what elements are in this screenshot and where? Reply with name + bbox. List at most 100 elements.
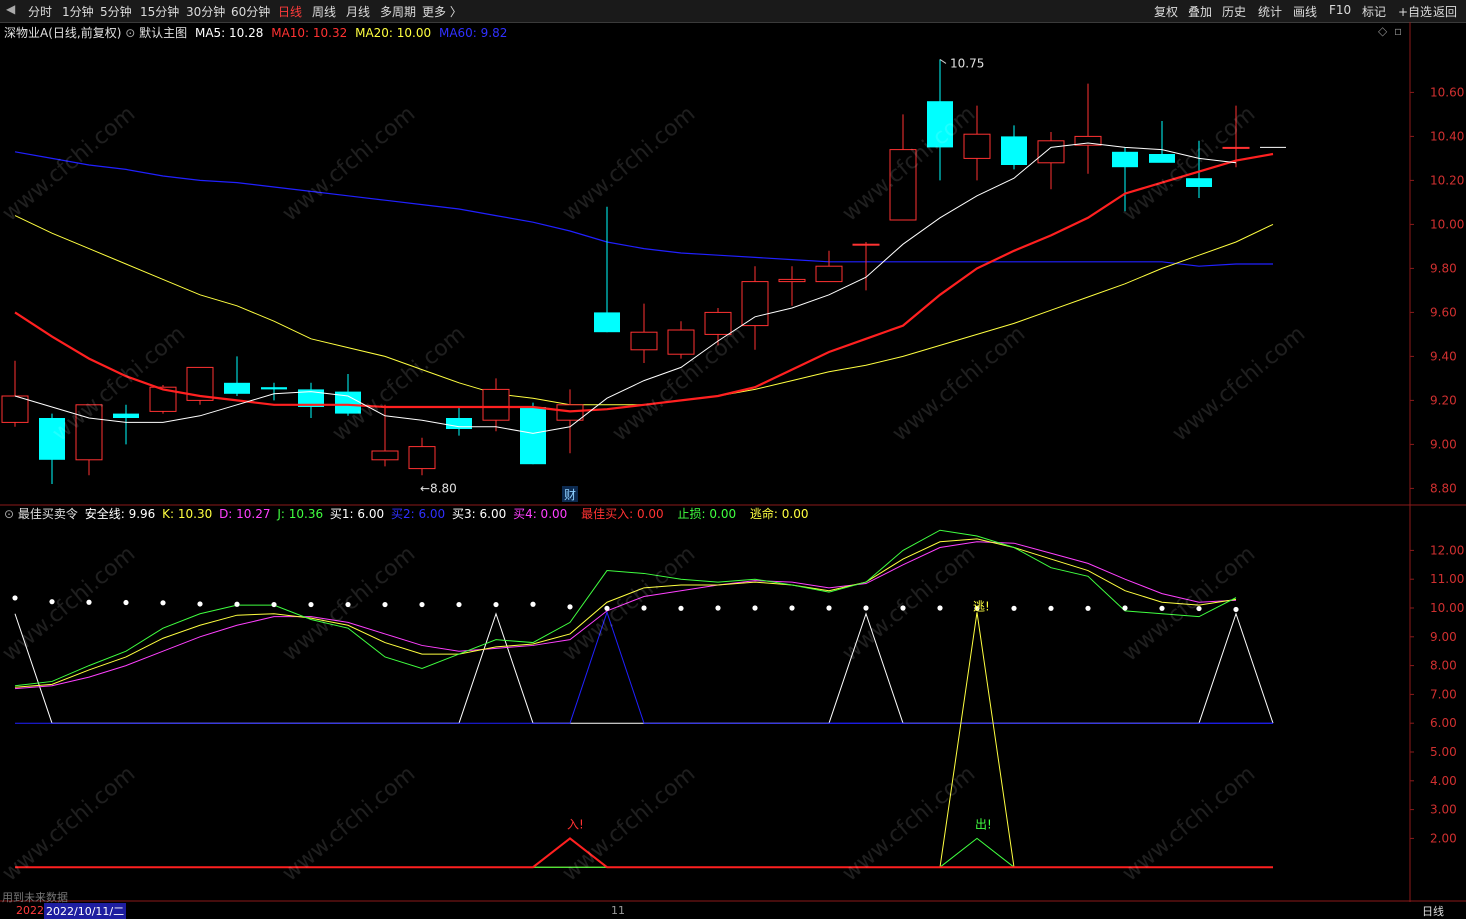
sub-tick-label: 7.00 [1430,687,1457,701]
candle-body [927,101,953,148]
candle-body [482,388,510,421]
candle-body [446,418,472,429]
safe-line-dot [863,605,869,611]
safe-line-dot [308,601,314,608]
tool-button-4[interactable]: 画线 [1293,3,1317,20]
safe-line-dot [1048,605,1054,611]
tool-button-3[interactable]: 统计 [1258,3,1282,20]
candle-body [963,133,991,159]
low-price-label: ←8.80 [420,481,457,495]
tool-button-7[interactable]: +自选 [1398,3,1432,20]
safe-line-dot [530,601,536,607]
price-tick-label: 9.00 [1430,437,1457,451]
candle-body [224,382,250,394]
price-tick-label: 9.80 [1430,261,1457,275]
candle-body [520,407,546,465]
high-price-label: 10.75 [950,56,984,70]
safe-line-dot [345,601,351,608]
period-tab-3[interactable]: 15分钟 [140,3,179,20]
period-tab-4[interactable]: 30分钟 [186,3,225,20]
safe-line-dot [419,601,425,608]
escape-line [15,612,1273,868]
price-tick-label: 9.20 [1430,393,1457,407]
signal-out-label: 出! [975,817,992,831]
sub-tick-label: 4.00 [1430,774,1457,788]
sub-tick-label: 8.00 [1430,659,1457,673]
price-tick-label: 10.40 [1430,129,1464,143]
buy2-line [15,610,1273,724]
safe-line-dot [604,605,610,611]
safe-line-dot [678,605,684,611]
safe-line-dot [271,601,277,608]
sub-tick-label: 3.00 [1430,803,1457,817]
candle-body [1037,140,1065,164]
safe-line-dot [826,605,832,611]
safe-line-dot [900,605,906,611]
buy1-line [14,612,1274,724]
period-tab-1[interactable]: 1分钟 [62,3,94,20]
safe-line-dot [752,605,758,611]
candle-body [1112,151,1138,168]
candle-body [1186,178,1212,187]
safe-line-dot [160,600,166,606]
candle-body [261,387,287,390]
safe-line-dot [49,599,55,605]
safe-line-dot [789,605,795,611]
back-arrow-icon[interactable]: ◀ [6,2,15,16]
period-tab-8[interactable]: 月线 [346,3,370,20]
signal-escape-label: 逃! [973,599,990,613]
period-tab-6[interactable]: 日线 [278,3,302,20]
tool-button-2[interactable]: 历史 [1222,3,1246,20]
tool-button-6[interactable]: 标记 [1362,3,1386,20]
event-tag-label: 财 [564,488,576,502]
price-tick-label: 9.40 [1430,349,1457,363]
sub-tick-label: 2.00 [1430,831,1457,845]
sub-tick-label: 12.00 [1430,543,1464,557]
sub-tick-label: 5.00 [1430,745,1457,759]
candle-body [39,418,65,460]
tool-button-8[interactable]: 返回 [1433,3,1457,20]
tool-button-1[interactable]: 叠加 [1188,3,1212,20]
safe-line-dot [493,601,499,608]
price-tick-label: 10.20 [1430,173,1464,187]
period-tab-7[interactable]: 周线 [312,3,336,20]
candle-body [1222,146,1250,149]
candle-body [408,446,436,470]
safe-line-dot [1233,606,1239,613]
candle-body [75,404,103,461]
candle-body [778,278,806,283]
candle-body [704,311,732,335]
period-tab-10[interactable]: 更多 〉 [422,3,462,20]
safe-line-dot [12,595,18,601]
price-tick-label: 10.00 [1430,217,1464,231]
year-label: 2022 [16,904,44,917]
period-tab-0[interactable]: 分时 [28,3,52,20]
candle-body [1149,154,1175,163]
candle-body [1,395,29,423]
candle-body [741,281,769,327]
safe-line-dot [937,605,943,611]
safe-line-dot [715,605,721,611]
period-toolbar: ◀ 分时 1分钟 5分钟 15分钟 30分钟 60分钟 日线 周线 月线 多周期 更多 〉 复权 叠加… [0,0,1466,23]
safe-line-dot [1196,605,1202,612]
sub-tick-label: 11.00 [1430,572,1464,586]
candle-body [630,331,658,351]
safe-line-dot [1122,605,1128,611]
period-tab-9[interactable]: 多周期 [380,3,416,20]
price-tick-label: 9.60 [1430,305,1457,319]
safe-line-dot [456,601,462,608]
period-tab-5[interactable]: 60分钟 [231,3,270,20]
candle-body [667,329,695,355]
candle-body [815,265,843,283]
ma60-line [14,151,1273,267]
tool-button-5[interactable]: F10 [1329,3,1351,17]
sub-tick-label: 10.00 [1430,601,1464,615]
status-bar: 用到未来数据 2022 2022/10/11/二 11 日线 [0,891,1466,919]
k-line [14,538,1237,688]
safe-line-dot [641,605,647,611]
period-tab-2[interactable]: 5分钟 [100,3,132,20]
tool-button-0[interactable]: 复权 [1154,3,1178,20]
safe-line-dot [1011,605,1017,611]
candle-body [852,243,880,246]
candle-body [1001,136,1027,165]
